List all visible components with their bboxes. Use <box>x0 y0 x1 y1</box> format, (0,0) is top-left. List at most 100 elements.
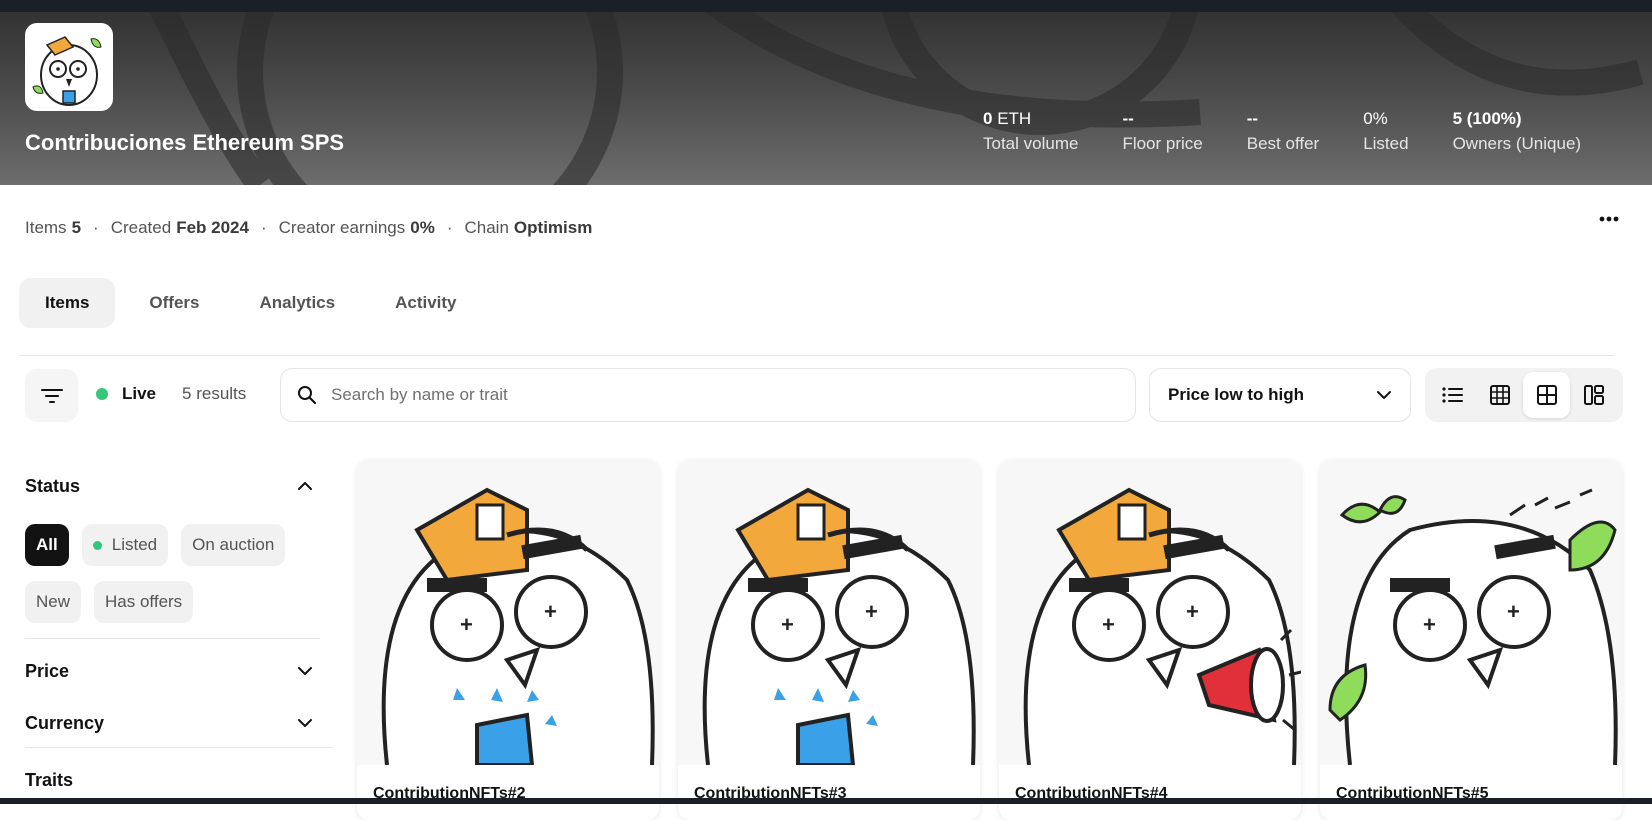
meta-separator: · <box>93 218 99 237</box>
search-icon <box>298 386 317 405</box>
tab-offers[interactable]: Offers <box>123 278 225 328</box>
tabs-divider <box>19 355 1614 356</box>
results-count: 5 results <box>182 384 247 403</box>
search-box[interactable] <box>280 368 1136 422</box>
collection-stats: 0 ETH Total volume -- Floor price -- Bes… <box>983 107 1581 157</box>
search-input[interactable] <box>331 385 1091 405</box>
status-filter-header[interactable]: Status <box>25 470 333 502</box>
collection-avatar <box>25 23 113 111</box>
stat-value: 0% <box>1363 109 1388 128</box>
small-grid-icon <box>1489 385 1510 405</box>
meta-chain-label: Chain <box>464 218 509 237</box>
svg-text:+: + <box>1507 599 1520 624</box>
stat-total-volume: 0 ETH Total volume <box>983 107 1078 157</box>
chip-listed-label: Listed <box>111 535 158 554</box>
price-filter-header[interactable]: Price <box>25 655 333 687</box>
chip-all[interactable]: All <box>25 524 69 566</box>
stat-label: Floor price <box>1122 134 1203 153</box>
nft-card[interactable]: + + ContributionNFTs#2 <box>357 460 659 820</box>
grid-view-icon <box>1536 385 1557 405</box>
chip-has-offers[interactable]: Has offers <box>94 581 194 623</box>
stat-label: Listed <box>1363 134 1409 153</box>
nft-card[interactable]: + + ContributionNFTs#4 <box>999 460 1301 820</box>
owl-book-image-icon: + + <box>678 460 980 767</box>
more-icon <box>1599 216 1619 222</box>
collection-tabs: Items Offers Analytics Activity <box>19 278 491 328</box>
nft-image: + + <box>1320 460 1622 766</box>
bottom-strip <box>0 798 1652 804</box>
meta-items-value: 5 <box>71 218 82 237</box>
chip-new[interactable]: New <box>25 581 82 623</box>
view-mode-switcher <box>1425 368 1623 422</box>
currency-filter-title: Currency <box>25 712 105 733</box>
owl-leaves-image-icon: + + <box>1320 460 1622 766</box>
tab-items[interactable]: Items <box>19 278 116 328</box>
owl-avatar-icon <box>27 25 111 109</box>
filter-sidebar: Status All Listed On auction New Has off… <box>25 470 333 796</box>
masonry-view-button[interactable] <box>1570 372 1617 418</box>
live-dot-icon <box>96 388 108 400</box>
svg-text:+: + <box>1186 599 1199 624</box>
sidebar-divider <box>25 747 333 748</box>
browser-top-strip <box>0 0 1652 12</box>
meta-separator: · <box>446 218 453 237</box>
sort-selected-label: Price low to high <box>1168 385 1305 404</box>
filter-toggle-button[interactable] <box>25 369 78 422</box>
stat-value: 5 (100%) <box>1452 109 1522 128</box>
svg-text:+: + <box>781 612 794 637</box>
traits-filter-header[interactable]: Traits <box>25 764 333 796</box>
chevron-up-icon <box>298 482 312 490</box>
filter-icon <box>40 388 63 403</box>
collection-meta: Items 5 · Created Feb 2024 · Creator earni… <box>25 218 592 238</box>
meta-earnings-value: 0% <box>410 218 435 237</box>
chip-on-auction[interactable]: On auction <box>181 524 286 566</box>
nft-image: + + <box>678 460 980 767</box>
meta-chain-value: Optimism <box>513 218 593 237</box>
stat-label: Best offer <box>1246 134 1320 153</box>
meta-created-label: Created <box>110 218 172 237</box>
chevron-down-icon <box>298 719 312 727</box>
nft-card[interactable]: + + ContributionNFTs#5 <box>1320 460 1622 820</box>
currency-filter-header[interactable]: Currency <box>25 707 333 739</box>
stat-floor-price: -- Floor price <box>1122 107 1202 157</box>
meta-earnings-label: Creator earnings <box>278 218 406 237</box>
more-options-button[interactable] <box>1596 206 1622 232</box>
sidebar-divider <box>25 638 320 639</box>
grid-view-button[interactable] <box>1523 372 1570 418</box>
svg-text:+: + <box>460 612 473 637</box>
nft-image: + + <box>357 460 659 767</box>
items-grid: + + ContributionNFTs#2 + + ContributionN… <box>357 460 1641 820</box>
stat-value: -- <box>1246 109 1259 128</box>
stat-label: Total volume <box>983 134 1079 153</box>
meta-items-label: Items <box>25 218 67 237</box>
tab-activity[interactable]: Activity <box>369 278 482 328</box>
price-filter-title: Price <box>25 660 70 681</box>
small-grid-view-button[interactable] <box>1476 372 1523 418</box>
list-view-button[interactable] <box>1429 372 1476 418</box>
svg-text:+: + <box>1423 612 1436 637</box>
chevron-down-icon <box>298 667 312 675</box>
status-chips: All Listed On auction New Has offers <box>25 524 325 638</box>
svg-text:+: + <box>1102 612 1115 637</box>
collection-banner: Contribuciones Ethereum SPS 0 ETH Total … <box>0 12 1652 185</box>
meta-separator: · <box>260 218 267 237</box>
stat-value: 0 ETH <box>983 109 1032 128</box>
traits-filter-title: Traits <box>25 769 74 790</box>
stat-label: Owners (Unique) <box>1452 134 1582 153</box>
meta-created-value: Feb 2024 <box>176 218 249 237</box>
stat-owners: 5 (100%) Owners (Unique) <box>1453 107 1582 157</box>
svg-text:+: + <box>865 599 878 624</box>
chip-listed[interactable]: Listed <box>81 524 169 566</box>
stat-best-offer: -- Best offer <box>1247 107 1319 157</box>
status-filter-title: Status <box>25 475 81 496</box>
tab-analytics[interactable]: Analytics <box>234 278 362 328</box>
stat-value: -- <box>1122 109 1134 128</box>
banner-artwork <box>149 12 1644 185</box>
owl-megaphone-image-icon: + + <box>999 460 1301 766</box>
list-view-icon <box>1441 387 1463 403</box>
sort-dropdown[interactable]: Price low to high <box>1149 368 1411 422</box>
listed-dot-icon <box>92 540 102 550</box>
stat-listed: 0% Listed <box>1363 107 1408 157</box>
nft-image: + + <box>999 460 1301 766</box>
nft-card[interactable]: + + ContributionNFTs#3 <box>678 460 980 820</box>
